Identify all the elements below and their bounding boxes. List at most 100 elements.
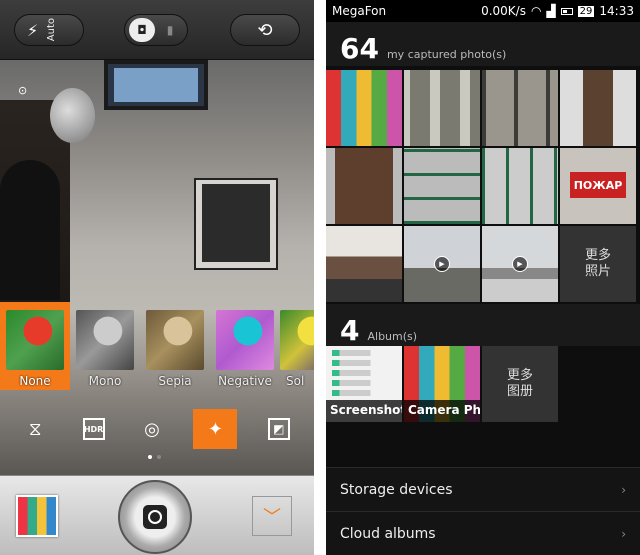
flash-icon: ⚡: [27, 20, 39, 40]
photo-thumbnail[interactable]: ПОЖАР: [560, 148, 636, 224]
clock: 14:33: [599, 4, 634, 18]
carrier-name: MegaFon: [332, 4, 387, 18]
photo-thumbnail[interactable]: [404, 70, 480, 146]
expand-settings-button[interactable]: ﹀: [252, 496, 292, 536]
photo-thumbnail[interactable]: [326, 70, 402, 146]
photo-thumbnail[interactable]: [326, 148, 402, 224]
effect-thumbnail: [6, 310, 64, 370]
pager-dot: [157, 455, 161, 459]
effect-mono[interactable]: Mono: [70, 302, 140, 390]
viewfinder-scene-picture-frame: [194, 178, 278, 270]
chevron-right-icon: ›: [621, 482, 626, 497]
status-bar: MegaFon 0.00K/s ◠ ▟ 29 14:33: [326, 0, 640, 22]
album-preview: [332, 350, 396, 400]
camera-icon[interactable]: ◘: [129, 18, 155, 42]
album-label: Screenshots: [326, 400, 402, 422]
effect-thumbnail: [216, 310, 274, 370]
video-icon[interactable]: ▮: [157, 18, 183, 42]
battery-level: 29: [577, 5, 595, 17]
album-count: 4: [340, 314, 360, 347]
photo-count: 64: [340, 32, 379, 65]
effect-negative[interactable]: Negative: [210, 302, 280, 390]
flash-mode-label: Auto: [46, 18, 58, 42]
play-icon: ▶: [434, 256, 450, 272]
camera-top-bar: ⚡ Auto ◘ ▮ ⟲: [0, 0, 314, 60]
camera-bottom-bar: ﹀: [0, 475, 314, 555]
effect-thumbnail: [146, 310, 204, 370]
exposure-button[interactable]: ◩: [262, 412, 296, 446]
play-icon: ▶: [512, 256, 528, 272]
viewfinder-scene-object: [0, 160, 60, 300]
video-thumbnail[interactable]: ▶: [482, 226, 558, 302]
album-count-label: Album(s): [367, 330, 418, 343]
screenshot-root: ⚡ Auto ◘ ▮ ⟲ ⊙ None Mono Sepia Negative …: [0, 0, 640, 555]
album-camera-photos[interactable]: Camera Ph...: [404, 346, 480, 422]
signal-icon: ▟: [546, 4, 556, 18]
effects-button[interactable]: ✦: [193, 409, 238, 449]
wifi-icon: ◠: [530, 4, 542, 18]
photo-thumbnail[interactable]: [482, 148, 558, 224]
effect-thumbnail: [280, 310, 314, 370]
focus-indicator-icon: ⊙: [18, 84, 28, 97]
storage-devices-item[interactable]: Storage devices ›: [326, 467, 640, 511]
panorama-icon: ⧖: [28, 418, 42, 440]
gallery-app: MegaFon 0.00K/s ◠ ▟ 29 14:33 64 my captu…: [326, 0, 640, 555]
network-speed: 0.00K/s: [481, 4, 526, 18]
album-screenshots[interactable]: Screenshots: [326, 346, 402, 422]
switch-camera-button[interactable]: ⟲: [230, 14, 300, 46]
viewfinder-scene-toy: [50, 88, 95, 143]
photo-thumbnail[interactable]: [482, 70, 558, 146]
effect-solarize[interactable]: Sol: [280, 302, 314, 390]
effect-label: None: [19, 374, 51, 388]
chevron-down-icon: ﹀: [263, 507, 281, 528]
effect-label: Sepia: [158, 374, 192, 388]
exposure-icon: ◩: [267, 418, 290, 440]
hdr-button[interactable]: HDR: [77, 412, 111, 446]
more-albums-button[interactable]: 更多 图册: [482, 346, 558, 422]
timer-button[interactable]: ◎: [135, 412, 169, 446]
effect-sepia[interactable]: Sepia: [140, 302, 210, 390]
effect-label: Sol: [286, 374, 305, 388]
more-albums-label: 更多 图册: [506, 368, 533, 399]
camera-tools-row: ⧖ HDR ◎ ✦ ◩: [0, 405, 314, 453]
effects-strip: None Mono Sepia Negative Sol: [0, 302, 314, 394]
battery-icon: [560, 7, 573, 15]
more-photos-button[interactable]: 更多 照片: [560, 226, 636, 302]
last-photo-thumbnail[interactable]: [16, 495, 58, 537]
viewfinder-scene-monitor: [104, 60, 208, 110]
camera-icon: [143, 505, 167, 529]
chevron-right-icon: ›: [621, 526, 626, 541]
cloud-albums-item[interactable]: Cloud albums ›: [326, 511, 640, 555]
magic-wand-icon: ✦: [207, 418, 223, 440]
gallery-menu-list: Storage devices › Cloud albums ›: [326, 467, 640, 555]
pager-dot-active: [148, 455, 152, 459]
effect-label: Negative: [218, 374, 272, 388]
screenshot-divider: [314, 0, 326, 555]
list-item-label: Storage devices: [340, 481, 453, 498]
photo-thumbnail[interactable]: [404, 148, 480, 224]
switch-camera-icon: ⟲: [257, 19, 273, 41]
sign-text: ПОЖАР: [570, 172, 626, 198]
photo-thumbnail[interactable]: [326, 226, 402, 302]
shutter-button[interactable]: [118, 480, 192, 554]
flash-mode-button[interactable]: ⚡ Auto: [14, 14, 84, 46]
more-photos-label: 更多 照片: [584, 248, 611, 279]
hdr-icon: HDR: [82, 418, 105, 440]
camera-app: ⚡ Auto ◘ ▮ ⟲ ⊙ None Mono Sepia Negative …: [0, 0, 314, 555]
album-row: Screenshots Camera Ph... 更多 图册: [326, 346, 640, 422]
photo-grid: ПОЖАР ▶ ▶ 更多 照片: [326, 70, 640, 302]
photo-video-toggle[interactable]: ◘ ▮: [124, 14, 188, 46]
panorama-button[interactable]: ⧖: [18, 412, 52, 446]
photo-count-label: my captured photo(s): [386, 48, 507, 61]
photos-section-header: 64 my captured photo(s): [326, 22, 640, 66]
effect-thumbnail: [76, 310, 134, 370]
albums-section-header: 4 Album(s): [326, 304, 640, 347]
effect-none[interactable]: None: [0, 302, 70, 390]
tools-pager: [148, 455, 161, 459]
video-thumbnail[interactable]: ▶: [404, 226, 480, 302]
album-label: Camera Ph...: [404, 400, 480, 422]
photo-thumbnail[interactable]: [560, 70, 636, 146]
list-item-label: Cloud albums: [340, 525, 436, 542]
effect-label: Mono: [88, 374, 122, 388]
timer-icon: ◎: [144, 418, 160, 440]
